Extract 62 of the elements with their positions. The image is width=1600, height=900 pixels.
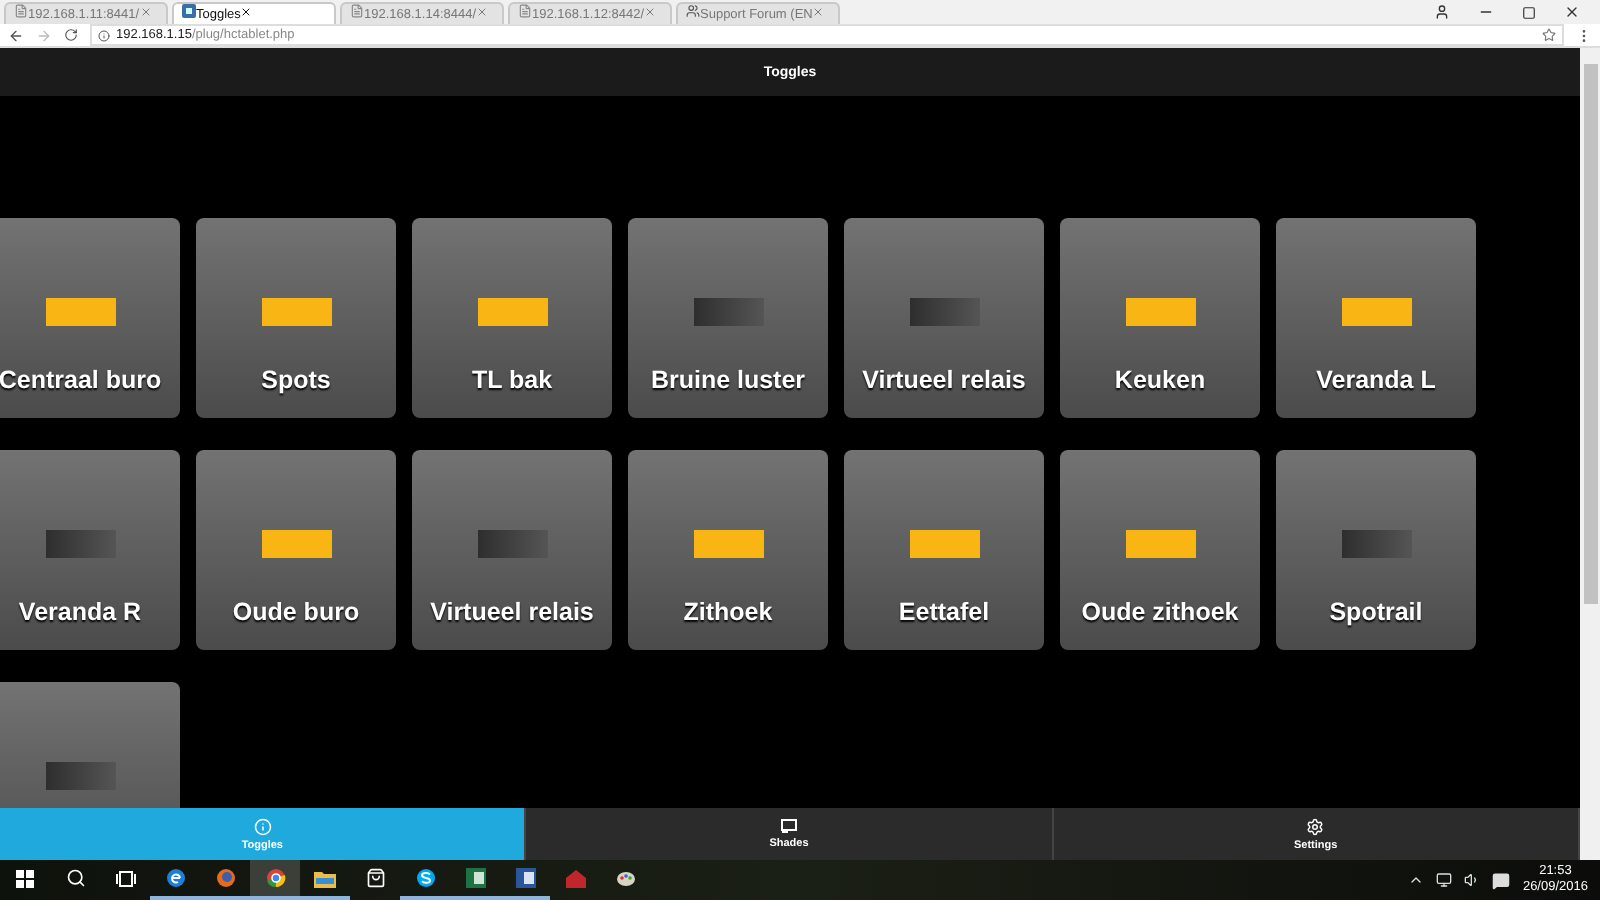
toggle-tile[interactable]: TL bak [412,218,612,418]
close-icon[interactable] [240,6,253,18]
close-icon[interactable] [1564,4,1580,20]
chevron-up-icon[interactable] [1408,872,1425,888]
shopping-bag-icon[interactable] [365,868,385,888]
tile-label: Virtueel relais [862,366,1026,394]
spreadsheet-icon[interactable] [465,868,485,888]
windows-icon[interactable] [16,869,34,887]
profile-icon[interactable] [1434,4,1450,20]
page-icon [14,4,28,18]
palette-icon[interactable] [615,868,635,888]
info-icon [98,29,110,41]
fox-globe-icon[interactable] [215,868,235,888]
toggle-tile[interactable]: Zithoek [628,450,828,650]
toggle-tile[interactable]: Oude buro [196,450,396,650]
tile-label: Virtueel relais [430,598,594,626]
e-logo-icon[interactable] [165,868,185,888]
toggle-tile[interactable]: Oude zithoek [1060,450,1260,650]
back-icon[interactable] [8,27,24,43]
scrollbar[interactable] [1580,48,1600,860]
document-icon[interactable] [515,868,535,888]
toggle-tile[interactable]: Keuken [1060,218,1260,418]
reload-icon[interactable] [64,28,78,42]
network-icon[interactable] [1436,872,1453,888]
tile-label: TL bak [471,366,553,394]
toggle-tile[interactable]: Eettafel [844,450,1044,650]
tile-label: Keuken [1114,366,1206,394]
maximize-icon[interactable] [1522,5,1536,19]
toggle-tile[interactable]: Veranda L [1276,218,1476,418]
window-icon [779,818,798,834]
app-icon [182,4,196,18]
tile-label: Zithoek [683,598,773,626]
chrome-ring-icon[interactable] [265,868,285,888]
tile-label: Oude zithoek [1081,598,1239,626]
tile-label: Spotrail [1329,598,1423,626]
people-icon [686,4,700,18]
s-logo-icon[interactable] [415,868,435,888]
tile-label: Oude buro [232,598,360,626]
toggle-tile[interactable]: Spotrail [1276,450,1476,650]
toggle-tile[interactable]: Centraal buro [0,218,180,418]
tile-label: Veranda L [1316,366,1436,394]
toggle-tile[interactable]: Spots [196,218,396,418]
page-icon [518,4,532,18]
toggle-tile[interactable]: Virtueel relais [844,218,1044,418]
page-icon [350,4,364,18]
house-icon[interactable] [565,868,585,888]
toggle-tile[interactable]: Bruine luster [628,218,828,418]
task-view-icon[interactable] [115,869,135,887]
bookmark-star-icon[interactable] [1542,28,1556,42]
notification-icon[interactable] [1492,871,1511,889]
tile-label: Bruine luster [650,366,806,394]
search-icon[interactable] [65,868,85,888]
tile-label: Veranda R [18,598,142,626]
tile-label: Eettafel [898,598,990,626]
info-icon [253,817,272,835]
volume-icon[interactable] [1464,872,1481,888]
toggle-tile[interactable]: Virtueel relais [412,450,612,650]
tile-label: Centraal buro [0,366,162,394]
folder-icon[interactable] [314,869,336,887]
tile-label: Spots [261,366,331,394]
settings-icon [1306,817,1325,835]
toggle-tile[interactable]: Veranda R [0,450,180,650]
